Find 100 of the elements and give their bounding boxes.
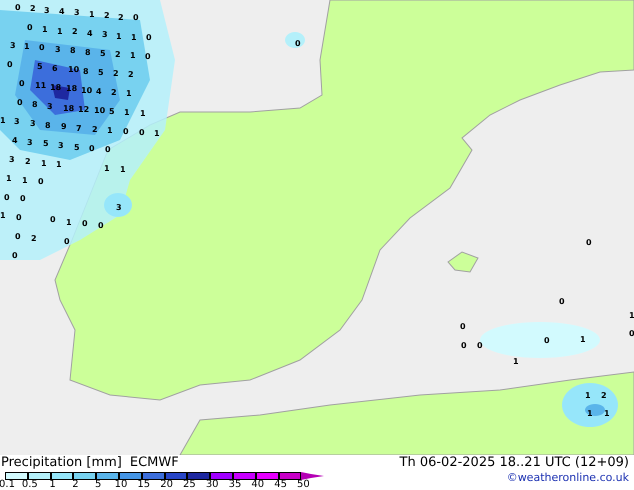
precipitation-value: 5 xyxy=(74,144,80,152)
precipitation-value: 3 xyxy=(44,7,50,15)
precipitation-value: 2 xyxy=(601,392,607,400)
precipitation-value: 1 xyxy=(41,160,47,168)
scale-tick-label: 10 xyxy=(114,480,128,490)
precipitation-value: 0 xyxy=(629,330,634,338)
precipitation-value: 0 xyxy=(145,53,151,61)
precipitation-value: 1 xyxy=(107,127,113,135)
precipitation-value: 2 xyxy=(92,126,98,134)
precipitation-value: 1 xyxy=(140,110,146,118)
precipitation-value: 1 xyxy=(585,392,591,400)
precipitation-value: 2 xyxy=(25,158,31,166)
model-name: ECMWF xyxy=(130,455,179,470)
scale-tick-label: 0.1 xyxy=(0,480,15,490)
precipitation-value: 5 xyxy=(109,108,115,116)
precipitation-value: 1 xyxy=(629,312,634,320)
precipitation-value: 4 xyxy=(59,8,65,16)
precipitation-value: 0 xyxy=(19,80,25,88)
precipitation-value: 3 xyxy=(14,118,20,126)
precipitation-value: 3 xyxy=(74,9,80,17)
precipitation-value: 1 xyxy=(154,130,160,138)
precipitation-value: 0 xyxy=(460,323,466,331)
precipitation-value: 2 xyxy=(113,70,119,78)
precipitation-value: 0 xyxy=(146,34,152,42)
precipitation-value: 0 xyxy=(38,178,44,186)
precipitation-value: 18 xyxy=(50,84,62,92)
precipitation-value: 1 xyxy=(57,28,63,36)
precipitation-value: 3 xyxy=(102,31,108,39)
precipitation-value: 0 xyxy=(82,220,88,228)
precipitation-value: 0 xyxy=(64,238,70,246)
precipitation-value: 0 xyxy=(17,99,23,107)
precipitation-value: 0 xyxy=(15,4,21,12)
scale-tick-label: 35 xyxy=(228,480,242,490)
credit-link[interactable]: ©weatheronline.co.uk xyxy=(506,470,629,486)
precipitation-value: 0 xyxy=(89,145,95,153)
precipitation-value: 11 xyxy=(35,82,46,90)
precipitation-value: 2 xyxy=(30,5,36,13)
precipitation-value: 3 xyxy=(10,42,16,50)
scale-tick-label: 0.5 xyxy=(22,480,38,490)
precipitation-value: 1 xyxy=(587,410,593,418)
precipitation-value: 2 xyxy=(111,89,117,97)
precipitation-value: 1 xyxy=(22,177,28,185)
precipitation-value: 1 xyxy=(124,109,130,117)
precipitation-value: 2 xyxy=(31,235,37,243)
precipitation-value: 0 xyxy=(123,128,129,136)
precipitation-value: 0 xyxy=(105,146,111,154)
precipitation-value: 1 xyxy=(126,90,132,98)
precipitation-value: 1 xyxy=(131,34,137,42)
precipitation-value: 10 xyxy=(81,87,92,95)
precipitation-value: 0 xyxy=(27,24,33,32)
precipitation-value: 0 xyxy=(544,337,550,345)
precipitation-value: 0 xyxy=(20,195,26,203)
precipitation-value: 1 xyxy=(89,11,95,19)
precipitation-value: 3 xyxy=(116,204,122,212)
precipitation-value: 4 xyxy=(87,30,93,38)
precipitation-value: 6 xyxy=(52,65,58,73)
scale-tick-label: 1 xyxy=(49,480,56,490)
precipitation-value: 0 xyxy=(16,214,22,222)
precipitation-value: 4 xyxy=(96,88,102,96)
precipitation-value: 3 xyxy=(55,46,61,54)
precipitation-value: 1 xyxy=(6,175,12,183)
precipitation-value: 10 xyxy=(68,66,80,74)
precipitation-value: 2 xyxy=(72,28,78,36)
precipitation-value: 0 xyxy=(133,14,139,22)
precipitation-value: 1 xyxy=(56,161,62,169)
precipitation-value: 1 xyxy=(24,43,30,51)
precipitation-value: 8 xyxy=(45,122,51,130)
precipitation-value: 0 xyxy=(12,252,18,260)
precipitation-value: 0 xyxy=(98,222,104,230)
precipitation-value: 0 xyxy=(477,342,483,350)
scale-tick-label: 15 xyxy=(137,480,150,490)
precipitation-value: 18 xyxy=(66,85,78,93)
precipitation-value: 8 xyxy=(32,101,38,109)
precipitation-value: 0 xyxy=(559,298,565,306)
valid-time: Th 06-02-2025 18..21 UTC (12+09) xyxy=(400,455,629,470)
precipitation-value: 5 xyxy=(98,69,104,77)
precipitation-value: 0 xyxy=(4,194,10,202)
precipitation-value: 2 xyxy=(128,71,134,79)
precipitation-value: 8 xyxy=(85,49,91,57)
precipitation-value: 9 xyxy=(61,123,67,131)
precipitation-value: 3 xyxy=(47,103,53,111)
precipitation-value: 1 xyxy=(130,52,136,60)
precipitation-value: 5 xyxy=(37,63,43,71)
precipitation-value: 12 xyxy=(78,106,90,114)
precipitation-value: 1 xyxy=(104,165,110,173)
precipitation-value: 0 xyxy=(461,342,467,350)
scale-tick-label: 5 xyxy=(95,480,102,490)
precipitation-value: 2 xyxy=(115,51,121,59)
precipitation-value: 1 xyxy=(513,358,519,366)
precipitation-value: 1 xyxy=(42,26,48,34)
precipitation-value: 1 xyxy=(580,336,586,344)
scale-tick-label: 40 xyxy=(251,480,264,490)
precipitation-value: 2 xyxy=(118,14,124,22)
precipitation-value: 3 xyxy=(27,139,33,147)
precipitation-value: 8 xyxy=(83,68,89,76)
scale-tick-label: 25 xyxy=(183,480,196,490)
precipitation-value: 4 xyxy=(12,137,18,145)
precipitation-value: 1 xyxy=(604,410,610,418)
precipitation-value: 8 xyxy=(70,47,76,55)
precipitation-value: 0 xyxy=(586,239,592,247)
